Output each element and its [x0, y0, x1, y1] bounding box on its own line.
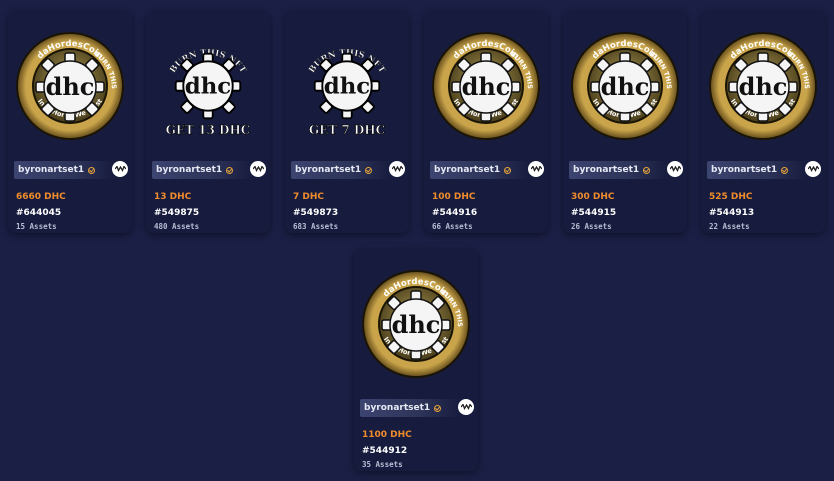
nft-image[interactable]: BURN THIS NFT dhc GET 13 DHC	[146, 11, 270, 161]
nft-image[interactable]: daHordesCoin BURN THIS In daHorde We Tru…	[701, 11, 825, 161]
svg-text:dhc: dhc	[601, 72, 650, 101]
price: 7 DHC	[293, 192, 325, 202]
author-pill[interactable]: byronartset1	[291, 161, 391, 179]
nft-image[interactable]: daHordesCoin BURN THIS In daHorde We Tru…	[424, 11, 548, 161]
nft-card[interactable]: daHordesCoin BURN THIS In daHorde We Tru…	[424, 11, 548, 233]
author-name[interactable]: byronartset1	[18, 165, 84, 175]
nft-card[interactable]: daHordesCoin BURN THIS In daHorde We Tru…	[563, 11, 687, 233]
dhc-gold-coin-icon: daHordesCoin BURN THIS In daHorde We Tru…	[16, 32, 124, 140]
nft-card[interactable]: daHordesCoin BURN THIS In daHorde We Tru…	[8, 11, 132, 233]
template-id[interactable]: #549875	[154, 208, 199, 218]
asset-count: 683 Assets	[293, 222, 339, 231]
author-row: byronartset1	[360, 399, 476, 419]
asset-count: 66 Assets	[432, 222, 473, 231]
wax-icon	[389, 161, 405, 177]
dhc-gold-coin-icon: daHordesCoin BURN THIS In daHorde We Tru…	[362, 270, 470, 378]
nft-image[interactable]: daHordesCoin BURN THIS In daHorde We Tru…	[8, 11, 132, 161]
verified-icon	[88, 166, 96, 174]
wax-icon	[250, 161, 266, 177]
author-name[interactable]: byronartset1	[156, 165, 222, 175]
author-pill[interactable]: byronartset1	[430, 161, 530, 179]
author-pill[interactable]: byronartset1	[14, 161, 114, 179]
dhc-gold-coin-icon: daHordesCoin BURN THIS In daHorde We Tru…	[432, 32, 540, 140]
author-row: byronartset1	[291, 161, 407, 181]
verified-icon	[226, 166, 234, 174]
asset-count: 26 Assets	[571, 222, 612, 231]
price: 6660 DHC	[16, 192, 66, 202]
wax-icon	[667, 161, 683, 177]
verified-icon	[781, 166, 789, 174]
verified-icon	[434, 404, 442, 412]
nft-card[interactable]: daHordesCoin BURN THIS In daHorde We Tru…	[354, 249, 478, 471]
svg-text:dhc: dhc	[462, 72, 511, 101]
svg-text:dhc: dhc	[46, 72, 95, 101]
svg-text:dhc: dhc	[185, 74, 231, 100]
author-row: byronartset1	[152, 161, 268, 181]
nft-card[interactable]: BURN THIS NFT dhc GET 7 DHC byron	[285, 11, 409, 233]
author-name[interactable]: byronartset1	[434, 165, 500, 175]
wax-icon	[528, 161, 544, 177]
nft-image[interactable]: daHordesCoin BURN THIS In daHorde We Tru…	[354, 249, 478, 399]
author-row: byronartset1	[14, 161, 130, 181]
author-name[interactable]: byronartset1	[573, 165, 639, 175]
price: 300 DHC	[571, 192, 615, 202]
dhc-gold-coin-icon: daHordesCoin BURN THIS In daHorde We Tru…	[709, 32, 817, 140]
author-name[interactable]: byronartset1	[364, 403, 430, 413]
svg-text:dhc: dhc	[392, 310, 441, 339]
template-id[interactable]: #544912	[362, 446, 407, 456]
author-pill[interactable]: byronartset1	[569, 161, 669, 179]
svg-text:dhc: dhc	[739, 72, 788, 101]
verified-icon	[504, 166, 512, 174]
template-id[interactable]: #644045	[16, 208, 61, 218]
nft-card[interactable]: daHordesCoin BURN THIS In daHorde We Tru…	[701, 11, 825, 233]
asset-count: 480 Assets	[154, 222, 200, 231]
template-id[interactable]: #544915	[571, 208, 616, 218]
svg-text:GET 13 DHC: GET 13 DHC	[166, 123, 251, 137]
nft-image[interactable]: BURN THIS NFT dhc GET 7 DHC	[285, 11, 409, 161]
template-id[interactable]: #544913	[709, 208, 754, 218]
author-row: byronartset1	[569, 161, 685, 181]
author-name[interactable]: byronartset1	[711, 165, 777, 175]
asset-count: 35 Assets	[362, 460, 403, 469]
svg-text:dhc: dhc	[324, 74, 370, 100]
price: 13 DHC	[154, 192, 192, 202]
nft-card[interactable]: BURN THIS NFT dhc GET 13 DHC byro	[146, 11, 270, 233]
author-pill[interactable]: byronartset1	[152, 161, 252, 179]
template-id[interactable]: #549873	[293, 208, 338, 218]
dhc-gold-coin-icon: daHordesCoin BURN THIS In daHorde We Tru…	[571, 32, 679, 140]
verified-icon	[365, 166, 373, 174]
author-name[interactable]: byronartset1	[295, 165, 361, 175]
nft-image[interactable]: daHordesCoin BURN THIS In daHorde We Tru…	[563, 11, 687, 161]
wax-icon	[112, 161, 128, 177]
author-pill[interactable]: byronartset1	[707, 161, 807, 179]
author-row: byronartset1	[707, 161, 823, 181]
dhc-burn-coin-icon: BURN THIS NFT dhc GET 7 DHC	[307, 48, 387, 137]
price: 1100 DHC	[362, 430, 412, 440]
verified-icon	[643, 166, 651, 174]
asset-count: 15 Assets	[16, 222, 57, 231]
template-id[interactable]: #544916	[432, 208, 477, 218]
wax-icon	[458, 399, 474, 415]
author-pill[interactable]: byronartset1	[360, 399, 460, 417]
price: 525 DHC	[709, 192, 753, 202]
dhc-burn-coin-icon: BURN THIS NFT dhc GET 13 DHC	[165, 48, 251, 137]
asset-count: 22 Assets	[709, 222, 750, 231]
wax-icon	[805, 161, 821, 177]
author-row: byronartset1	[430, 161, 546, 181]
svg-text:GET 7 DHC: GET 7 DHC	[309, 123, 385, 137]
price: 100 DHC	[432, 192, 476, 202]
